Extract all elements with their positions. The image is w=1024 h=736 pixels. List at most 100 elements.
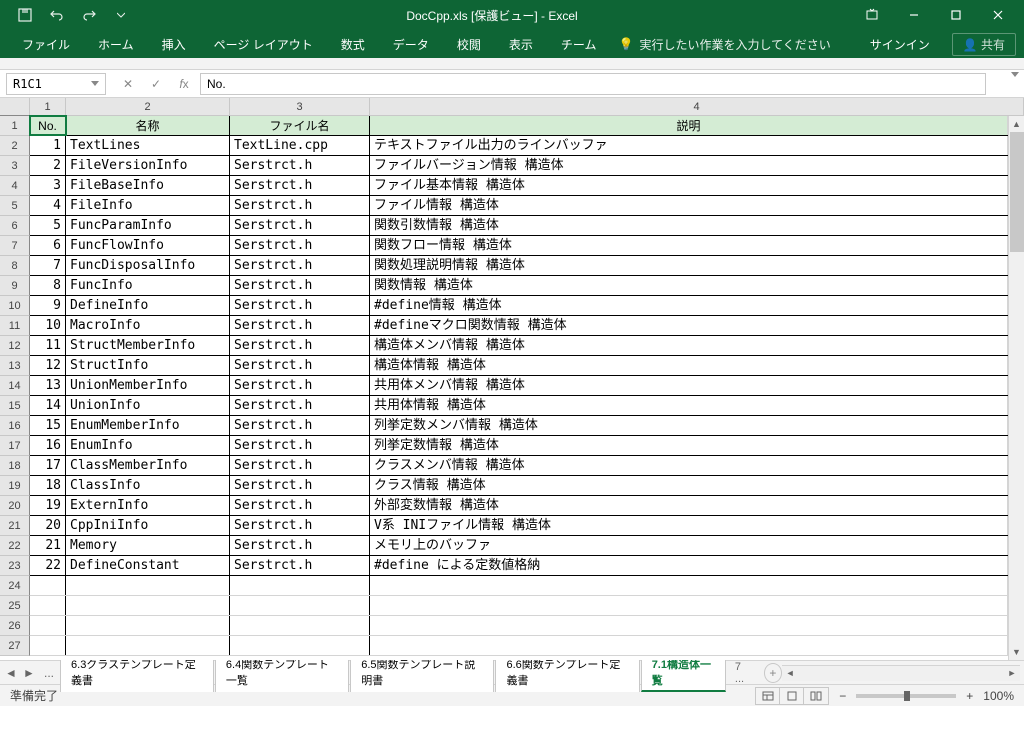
cell[interactable]: 2	[30, 156, 66, 175]
cell[interactable]	[30, 596, 66, 615]
cell[interactable]: 関数引数情報 構造体	[370, 216, 1008, 235]
cell[interactable]: 3	[30, 176, 66, 195]
ribbon-options-icon[interactable]	[854, 0, 890, 30]
cell[interactable]: Serstrct.h	[230, 536, 370, 555]
cell[interactable]: クラスメンバ情報 構造体	[370, 456, 1008, 475]
chevron-down-icon[interactable]	[91, 81, 99, 86]
row-header[interactable]: 5	[0, 196, 30, 216]
cell[interactable]: 12	[30, 356, 66, 375]
cell[interactable]: Serstrct.h	[230, 276, 370, 295]
col-header[interactable]: 2	[66, 98, 230, 116]
accept-formula-icon[interactable]: ✓	[144, 73, 168, 95]
cell[interactable]: FuncDisposalInfo	[66, 256, 230, 275]
cell[interactable]: Serstrct.h	[230, 296, 370, 315]
scroll-thumb[interactable]	[1010, 132, 1024, 252]
select-all-corner[interactable]	[0, 98, 30, 116]
cell[interactable]: EnumMemberInfo	[66, 416, 230, 435]
cell[interactable]: 構造体メンバ情報 構造体	[370, 336, 1008, 355]
col-header[interactable]: 3	[230, 98, 370, 116]
ribbon-tab[interactable]: 挿入	[148, 30, 200, 58]
cell[interactable]: 21	[30, 536, 66, 555]
cell[interactable]: TextLines	[66, 136, 230, 155]
cell[interactable]: 17	[30, 456, 66, 475]
cell[interactable]	[66, 576, 230, 595]
row-header[interactable]: 10	[0, 296, 30, 316]
fx-icon[interactable]: fx	[172, 73, 196, 95]
cell[interactable]: ファイル情報 構造体	[370, 196, 1008, 215]
row-header[interactable]: 22	[0, 536, 30, 556]
cell[interactable]: Serstrct.h	[230, 216, 370, 235]
cell[interactable]: FileBaseInfo	[66, 176, 230, 195]
zoom-out-button[interactable]: −	[839, 689, 846, 703]
cell[interactable]: Serstrct.h	[230, 516, 370, 535]
cell[interactable]: UnionMemberInfo	[66, 376, 230, 395]
cell[interactable]: ClassMemberInfo	[66, 456, 230, 475]
cell[interactable]: 6	[30, 236, 66, 255]
ribbon-tab[interactable]: 表示	[495, 30, 547, 58]
row-header[interactable]: 18	[0, 456, 30, 476]
undo-icon[interactable]	[48, 6, 66, 24]
row-header[interactable]: 6	[0, 216, 30, 236]
scroll-up-icon[interactable]: ▲	[1009, 116, 1024, 132]
page-break-view-icon[interactable]	[804, 688, 828, 704]
tell-me-search[interactable]: 💡実行したい作業を入力してください	[618, 36, 830, 53]
cell[interactable]	[230, 576, 370, 595]
cell[interactable]: 20	[30, 516, 66, 535]
maximize-button[interactable]	[938, 0, 974, 30]
ribbon-tab[interactable]: チーム	[547, 30, 611, 58]
cell[interactable]: ファイルバージョン情報 構造体	[370, 156, 1008, 175]
cell[interactable]: ファイル基本情報 構造体	[370, 176, 1008, 195]
col-header[interactable]: 4	[370, 98, 1024, 116]
ribbon-tab[interactable]: 校閲	[443, 30, 495, 58]
add-sheet-button[interactable]: +	[764, 663, 782, 683]
row-header[interactable]: 13	[0, 356, 30, 376]
cell[interactable]: Serstrct.h	[230, 316, 370, 335]
cell[interactable]: クラス情報 構造体	[370, 476, 1008, 495]
cell[interactable]: #define による定数値格納	[370, 556, 1008, 575]
scroll-left-icon[interactable]: ◄	[782, 666, 798, 681]
cell[interactable]: 1	[30, 136, 66, 155]
cell[interactable]: StructMemberInfo	[66, 336, 230, 355]
cell[interactable]	[230, 636, 370, 655]
row-header[interactable]: 1	[0, 116, 30, 136]
row-header[interactable]: 2	[0, 136, 30, 156]
save-icon[interactable]	[16, 6, 34, 24]
cell[interactable]: テキストファイル出力のラインバッファ	[370, 136, 1008, 155]
cell[interactable]	[30, 636, 66, 655]
cell[interactable]: Serstrct.h	[230, 556, 370, 575]
row-header[interactable]: 12	[0, 336, 30, 356]
cell[interactable]: DefineInfo	[66, 296, 230, 315]
cell[interactable]	[370, 636, 1008, 655]
cell[interactable]: Serstrct.h	[230, 376, 370, 395]
row-header[interactable]: 16	[0, 416, 30, 436]
cell[interactable]	[230, 596, 370, 615]
share-button[interactable]: 👤 共有	[952, 33, 1016, 56]
zoom-slider[interactable]	[856, 694, 956, 698]
row-header[interactable]: 19	[0, 476, 30, 496]
cell[interactable]: 15	[30, 416, 66, 435]
row-header[interactable]: 27	[0, 636, 30, 656]
cell[interactable]: V系 INIファイル情報 構造体	[370, 516, 1008, 535]
cell[interactable]	[370, 596, 1008, 615]
cell[interactable]	[66, 596, 230, 615]
cell[interactable]	[30, 616, 66, 635]
cell[interactable]: 共用体メンバ情報 構造体	[370, 376, 1008, 395]
cell[interactable]: FileInfo	[66, 196, 230, 215]
cell[interactable]: UnionInfo	[66, 396, 230, 415]
zoom-thumb[interactable]	[904, 691, 910, 701]
cell[interactable]: Serstrct.h	[230, 176, 370, 195]
cell[interactable]: StructInfo	[66, 356, 230, 375]
cell[interactable]: 列挙定数情報 構造体	[370, 436, 1008, 455]
cell[interactable]: CppIniInfo	[66, 516, 230, 535]
row-header[interactable]: 24	[0, 576, 30, 596]
ribbon-tab[interactable]: ホーム	[84, 30, 148, 58]
row-header[interactable]: 14	[0, 376, 30, 396]
cell[interactable]: 外部変数情報 構造体	[370, 496, 1008, 515]
cell[interactable]	[370, 616, 1008, 635]
cell[interactable]: Serstrct.h	[230, 436, 370, 455]
close-button[interactable]	[980, 0, 1016, 30]
cell[interactable]: #defineマクロ関数情報 構造体	[370, 316, 1008, 335]
row-header[interactable]: 7	[0, 236, 30, 256]
cell[interactable]: ファイル名	[230, 116, 370, 135]
cell[interactable]: 18	[30, 476, 66, 495]
